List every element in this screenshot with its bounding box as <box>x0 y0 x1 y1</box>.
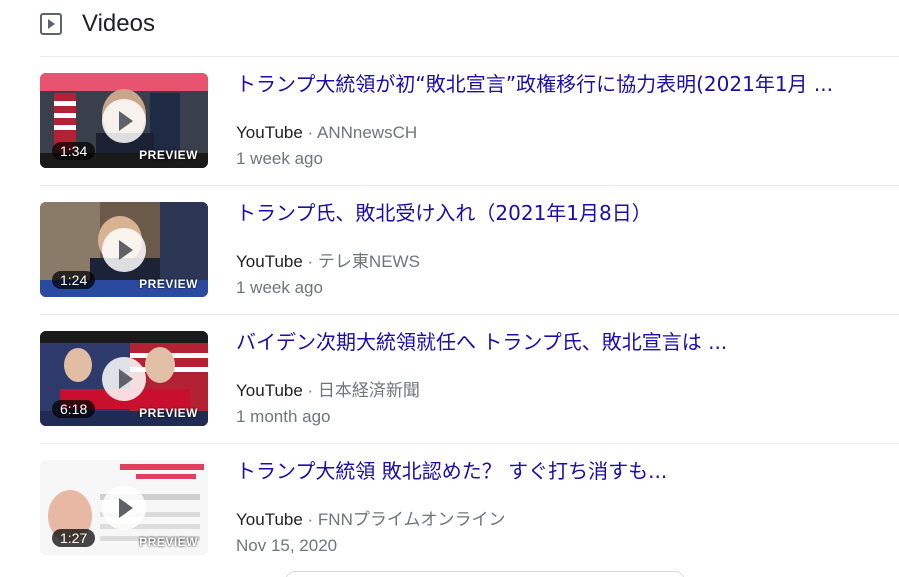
video-source: YouTube · テレ東NEWS <box>236 250 420 274</box>
play-icon[interactable] <box>102 99 146 143</box>
video-title-link[interactable]: トランプ大統領 敗北認めた？ すぐ打ち消すも... <box>236 458 876 484</box>
channel-name: 日本経済新聞 <box>317 381 420 400</box>
channel-name: テレ東NEWS <box>317 252 420 271</box>
video-thumbnail[interactable]: 1:27 PREVIEW <box>40 460 208 555</box>
video-title-link[interactable]: バイデン次期大統領就任へ トランプ氏、敗北宣言は ... <box>236 329 876 355</box>
video-duration: 1:24 <box>52 271 96 289</box>
video-duration: 1:27 <box>52 529 96 547</box>
video-duration: 1:34 <box>52 142 96 160</box>
channel-name: ANNnewsCH <box>316 123 418 142</box>
video-duration: 6:18 <box>52 400 96 418</box>
play-icon[interactable] <box>102 486 146 530</box>
meta-separator: · <box>302 510 318 529</box>
source-name: YouTube <box>236 510 303 529</box>
divider <box>40 185 899 186</box>
divider <box>40 314 899 315</box>
view-all-button[interactable] <box>285 571 685 577</box>
preview-label: PREVIEW <box>139 277 198 291</box>
meta-separator: · <box>302 123 317 142</box>
video-result[interactable]: 1:24 PREVIEW トランプ氏、敗北受け入れ（2021年1月8日） You… <box>40 200 899 312</box>
divider <box>40 56 899 57</box>
video-source: YouTube · ANNnewsCH <box>236 121 417 145</box>
video-source: YouTube · 日本経済新聞 <box>236 379 420 403</box>
source-name: YouTube <box>236 252 303 271</box>
video-date: 1 month ago <box>236 407 331 426</box>
source-name: YouTube <box>236 381 303 400</box>
source-name: YouTube <box>236 123 303 142</box>
video-date: Nov 15, 2020 <box>236 536 338 555</box>
video-result[interactable]: 1:34 PREVIEW トランプ大統領が初“敗北宣言”政権移行に協力表明(20… <box>40 71 899 183</box>
video-date: 1 week ago <box>236 149 323 168</box>
play-icon[interactable] <box>102 228 146 272</box>
divider <box>40 443 899 444</box>
section-title: Videos <box>82 10 155 37</box>
video-result[interactable]: 1:27 PREVIEW トランプ大統領 敗北認めた？ すぐ打ち消すも... Y… <box>40 458 899 570</box>
preview-label: PREVIEW <box>139 406 198 420</box>
preview-label: PREVIEW <box>139 535 198 549</box>
meta-separator: · <box>302 252 318 271</box>
videos-header: Videos <box>40 8 155 40</box>
play-icon[interactable] <box>102 357 146 401</box>
video-result[interactable]: 6:18 PREVIEW バイデン次期大統領就任へ トランプ氏、敗北宣言は ..… <box>40 329 899 441</box>
preview-label: PREVIEW <box>139 148 198 162</box>
video-source: YouTube · FNNプライムオンライン <box>236 508 506 532</box>
meta-separator: · <box>302 381 318 400</box>
channel-name: FNNプライムオンライン <box>317 510 506 529</box>
video-thumbnail[interactable]: 6:18 PREVIEW <box>40 331 208 426</box>
video-date: 1 week ago <box>236 278 323 297</box>
video-thumbnail[interactable]: 1:34 PREVIEW <box>40 73 208 168</box>
video-title-link[interactable]: トランプ大統領が初“敗北宣言”政権移行に協力表明(2021年1月 ... <box>236 71 876 97</box>
video-thumbnail[interactable]: 1:24 PREVIEW <box>40 202 208 297</box>
video-title-link[interactable]: トランプ氏、敗北受け入れ（2021年1月8日） <box>236 200 876 226</box>
play-square-icon <box>40 13 62 35</box>
